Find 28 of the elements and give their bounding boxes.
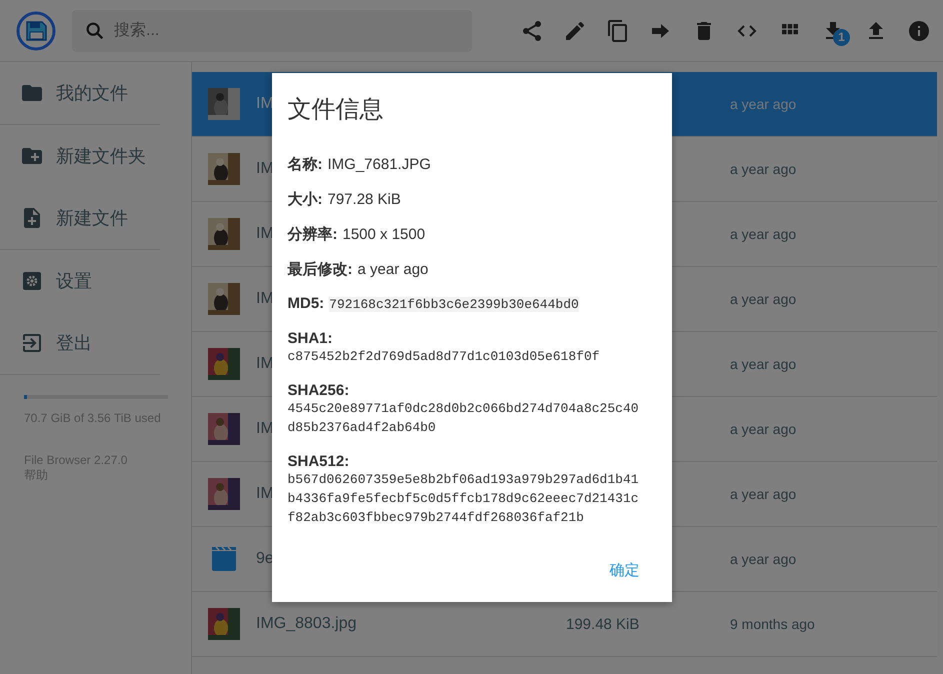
file-size: 199.48 KiB xyxy=(566,616,640,632)
modified-date: a year ago xyxy=(730,96,796,112)
modified-date: a year ago xyxy=(730,486,796,502)
field-value: 1500 x 1500 xyxy=(342,226,426,242)
field-label: 分辨率: xyxy=(288,226,338,242)
hash-value: c875452b2f2d769d5ad8d77d1c0103d05e618f0f xyxy=(288,348,601,366)
field-value: IMG_7681.JPG xyxy=(328,156,431,172)
count-badge: 1 xyxy=(833,28,850,46)
modified-date: a year ago xyxy=(730,356,796,372)
field-label: SHA256: xyxy=(288,382,350,398)
hash-value: 4545c20e89771af0dc28d0b2c066bd274d704a8c25c40d85b2376ad4f2ab64b0 xyxy=(288,400,640,436)
modified-date: a year ago xyxy=(730,161,796,177)
file-name: 9e xyxy=(256,550,274,567)
field-label: SHA1: xyxy=(288,330,334,346)
modified-date: a year ago xyxy=(730,291,796,307)
modified-date: 9 months ago xyxy=(730,616,815,632)
field-label: 名称: xyxy=(288,156,322,172)
dialog-title: 文件信息 xyxy=(288,94,384,124)
modified-date: a year ago xyxy=(730,226,796,242)
field-value: 797.28 KiB xyxy=(328,190,401,208)
field-label: 大小: xyxy=(288,190,322,208)
modified-date: a year ago xyxy=(730,421,796,437)
modified-date: a year ago xyxy=(730,551,796,567)
field-label: SHA512: xyxy=(288,452,350,470)
hash-value: b567d062607359e5e8b2bf06ad193a979b297ad6d1b41b4336fa9fe5fecbf5c0d5ffcb178d9c62eeec7d21431cf82ab3c603fbbec979b2744fdf268036faf21b xyxy=(288,470,640,526)
file-name: IMG_8803.jpg xyxy=(256,615,357,632)
field-label: MD5: xyxy=(288,294,324,312)
hash-value: 792168c321f6bb3c6e2399b30e644bd0 xyxy=(329,296,579,312)
